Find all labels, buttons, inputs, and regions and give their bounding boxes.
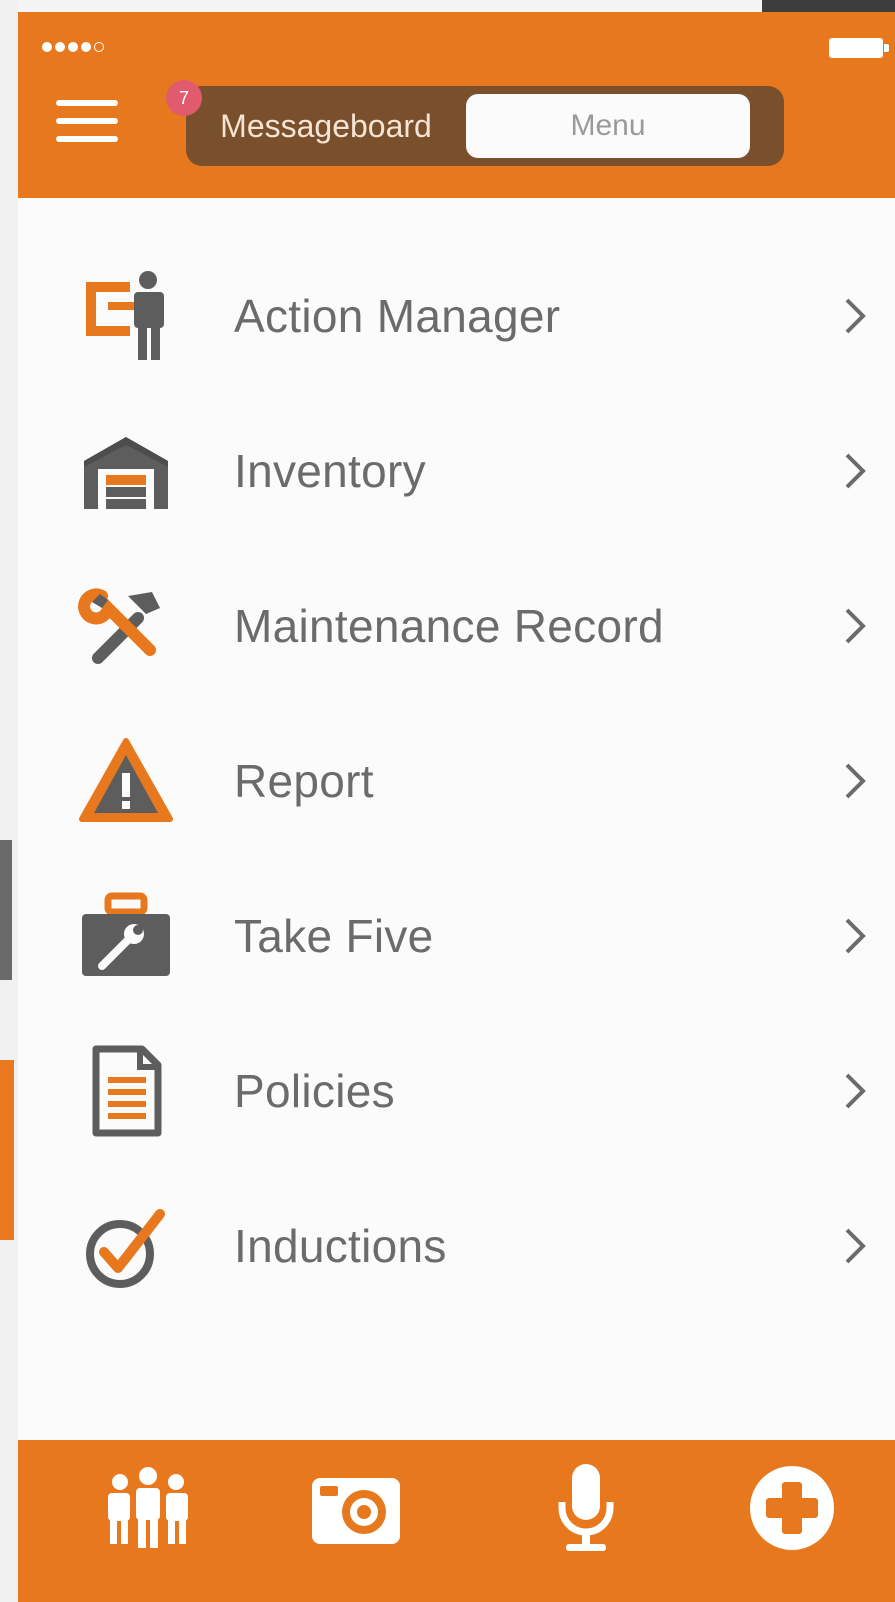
tab-menu[interactable]: Menu (466, 94, 750, 158)
action-manager-icon (78, 268, 174, 364)
chevron-right-icon (841, 761, 869, 801)
menu-item-report[interactable]: Report (18, 703, 895, 858)
chevron-right-icon (841, 1071, 869, 1111)
header-bar: Messageboard Menu 7 (18, 12, 895, 198)
battery-icon (829, 38, 889, 58)
chevron-right-icon (841, 916, 869, 956)
menu-item-label: Maintenance Record (234, 599, 664, 652)
warehouse-icon (78, 423, 174, 519)
menu-item-inductions[interactable]: Inductions (18, 1168, 895, 1323)
microphone-icon[interactable] (538, 1460, 634, 1556)
menu-item-label: Policies (234, 1064, 395, 1117)
background-left-orange (0, 1060, 14, 1240)
segmented-control: Messageboard Menu (186, 86, 784, 166)
bottom-toolbar (18, 1440, 895, 1602)
menu-list: Action Manager Inventory Maintenance Rec… (18, 238, 895, 1323)
menu-item-policies[interactable]: Policies (18, 1013, 895, 1168)
toolbox-icon (78, 888, 174, 984)
chevron-right-icon (841, 606, 869, 646)
menu-item-label: Inventory (234, 444, 426, 497)
signal-dots-icon (42, 42, 104, 52)
menu-item-label: Action Manager (234, 289, 561, 342)
chevron-right-icon (841, 1226, 869, 1266)
notification-badge: 7 (166, 80, 202, 116)
background-left-edge (0, 0, 18, 1602)
menu-item-label: Inductions (234, 1219, 447, 1272)
menu-item-label: Report (234, 754, 374, 807)
phone-screen: Messageboard Menu 7 Action Manager Inven… (18, 12, 895, 1602)
tab-messageboard[interactable]: Messageboard (186, 86, 466, 166)
menu-item-label: Take Five (234, 909, 434, 962)
menu-item-take-five[interactable]: Take Five (18, 858, 895, 1013)
tools-icon (78, 578, 174, 674)
hamburger-icon[interactable] (56, 100, 118, 146)
warning-triangle-icon (78, 733, 174, 829)
menu-item-inventory[interactable]: Inventory (18, 393, 895, 548)
document-icon (78, 1043, 174, 1139)
menu-item-action-manager[interactable]: Action Manager (18, 238, 895, 393)
camera-icon[interactable] (308, 1460, 404, 1556)
chevron-right-icon (841, 451, 869, 491)
menu-item-maintenance-record[interactable]: Maintenance Record (18, 548, 895, 703)
add-circle-icon[interactable] (744, 1460, 840, 1556)
background-left-grey (0, 840, 12, 980)
chevron-right-icon (841, 296, 869, 336)
group-people-icon[interactable] (100, 1460, 196, 1556)
checkmark-circle-icon (78, 1198, 174, 1294)
